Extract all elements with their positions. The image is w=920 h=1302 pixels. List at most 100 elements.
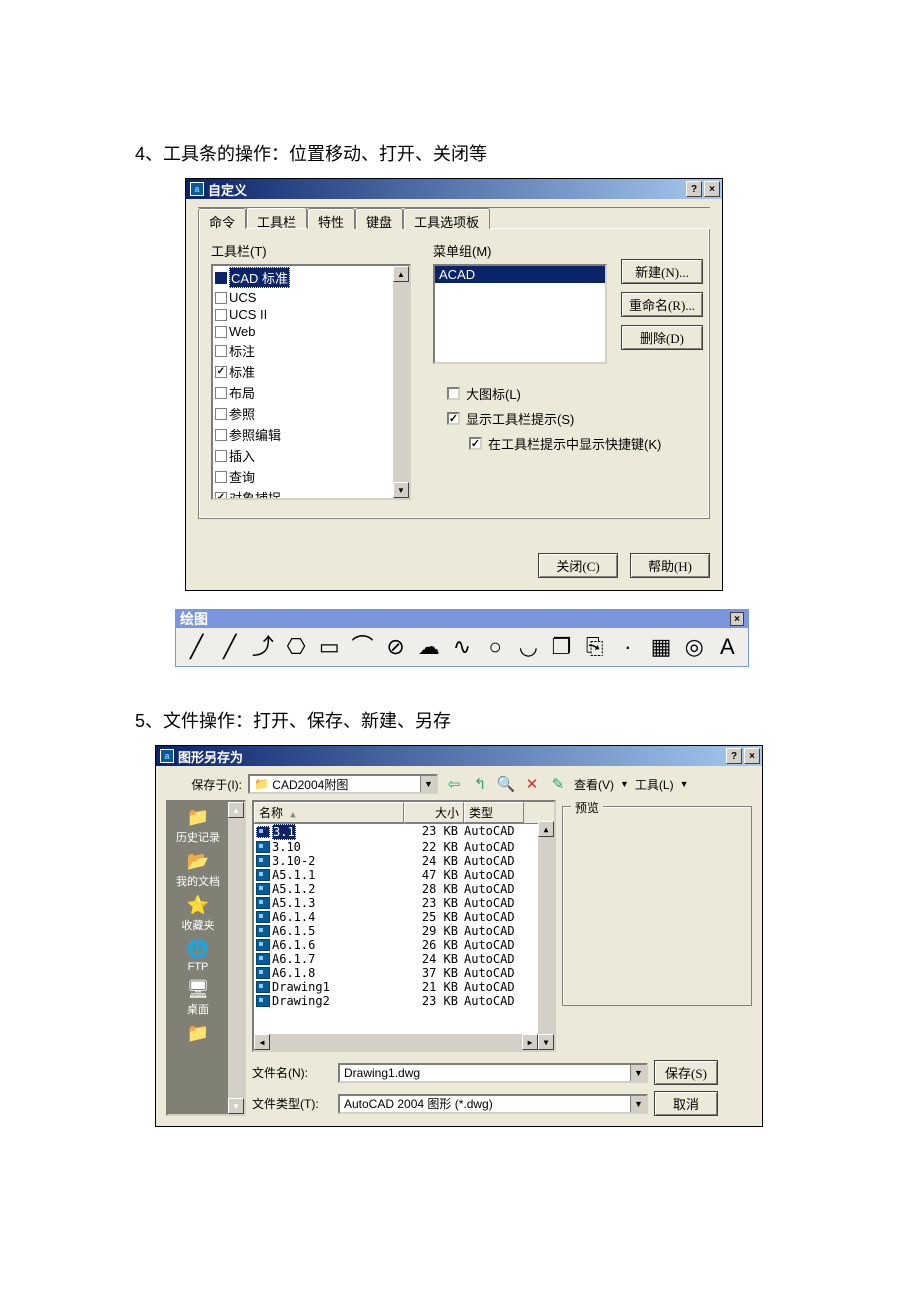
checkbox-icon[interactable]	[215, 471, 227, 483]
sidebar-scrollbar[interactable]: ▲ ▼	[228, 802, 244, 1114]
dropdown-arrow-icon[interactable]: ▼	[680, 779, 689, 789]
tab-toolpalettes[interactable]: 工具选项板	[403, 208, 490, 229]
text-icon[interactable]: A	[715, 634, 740, 660]
dropdown-arrow-icon[interactable]: ▼	[630, 1065, 646, 1081]
checkbox-icon[interactable]	[215, 408, 227, 420]
checkbox-icon[interactable]	[215, 272, 227, 284]
toolbar-list-item[interactable]: 标准	[213, 361, 393, 382]
column-header-size[interactable]: 大小	[404, 802, 464, 823]
toolbar-list-item[interactable]: 插入	[213, 445, 393, 466]
polygon-icon[interactable]: ⎔	[284, 634, 309, 660]
dialog-titlebar[interactable]: a 自定义 ? ×	[186, 179, 722, 199]
sidebar-item-buzzsaw[interactable]: 📁	[183, 1022, 213, 1045]
checkbox-icon[interactable]	[215, 492, 227, 501]
large-icons-checkbox[interactable]: 大图标(L)	[447, 384, 703, 403]
file-row[interactable]: A5.1.147 KBAutoCAD	[254, 868, 554, 882]
toolbar-list-item[interactable]: 查询	[213, 466, 393, 487]
dropdown-arrow-icon[interactable]: ▼	[420, 776, 436, 792]
toolbar-list-item[interactable]: Web	[213, 323, 393, 340]
help-titlebar-button[interactable]: ?	[686, 181, 702, 197]
back-icon[interactable]: ⇦	[444, 774, 464, 794]
checkbox-icon[interactable]	[215, 326, 227, 338]
scroll-up-button[interactable]: ▲	[228, 802, 244, 818]
places-sidebar[interactable]: 📁历史记录📂我的文档⭐收藏夹🌐FTP🖥桌面📁 ▲ ▼	[166, 800, 246, 1116]
filetype-combo[interactable]: AutoCAD 2004 图形 (*.dwg) ▼	[338, 1094, 648, 1114]
checkbox-icon[interactable]	[215, 450, 227, 462]
views-dropdown[interactable]: 查看(V)	[574, 776, 614, 793]
menugroup-item-acad[interactable]: ACAD	[435, 266, 605, 283]
dropdown-arrow-icon[interactable]: ▼	[630, 1096, 646, 1112]
tab-toolbars[interactable]: 工具栏	[246, 207, 307, 228]
scroll-up-button[interactable]: ▲	[393, 266, 409, 282]
toolbar-list-item[interactable]: CAD 标准	[213, 266, 393, 289]
toolbar-list-item[interactable]: 对象捕捉	[213, 487, 393, 500]
column-header-name[interactable]: 名称 ▲	[254, 802, 404, 823]
file-row[interactable]: A5.1.323 KBAutoCAD	[254, 896, 554, 910]
insert-block-icon[interactable]: ❐	[549, 634, 574, 660]
new-button[interactable]: 新建(N)...	[621, 259, 703, 284]
up-level-icon[interactable]: ↰	[470, 774, 490, 794]
file-row[interactable]: A6.1.529 KBAutoCAD	[254, 924, 554, 938]
ellipse-icon[interactable]: ○	[483, 634, 508, 660]
line-icon[interactable]: ╱	[184, 634, 209, 660]
region-icon[interactable]: ◎	[682, 634, 707, 660]
hatch-icon[interactable]: ▦	[648, 634, 673, 660]
file-row[interactable]: A6.1.837 KBAutoCAD	[254, 966, 554, 980]
toolbar-list-item[interactable]: 参照编辑	[213, 424, 393, 445]
tab-commands[interactable]: 命令	[198, 208, 246, 229]
file-row[interactable]: 3.123 KBAutoCAD	[254, 824, 554, 840]
toolbar-list-item[interactable]: UCS	[213, 289, 393, 306]
file-row[interactable]: Drawing223 KBAutoCAD	[254, 994, 554, 1008]
toolbar-close-icon[interactable]: ×	[730, 612, 744, 626]
sidebar-item-desktop[interactable]: 🖥桌面	[183, 978, 213, 1017]
checkbox-icon[interactable]	[215, 345, 227, 357]
help-titlebar-button[interactable]: ?	[726, 748, 742, 764]
scroll-down-button[interactable]: ▼	[228, 1098, 244, 1114]
file-row[interactable]: A6.1.425 KBAutoCAD	[254, 910, 554, 924]
column-header-type[interactable]: 类型	[464, 802, 524, 823]
close-button[interactable]: 关闭(C)	[538, 553, 618, 578]
delete-button[interactable]: 删除(D)	[621, 325, 703, 350]
tab-keyboard[interactable]: 键盘	[355, 208, 403, 229]
filename-input[interactable]: Drawing1.dwg ▼	[338, 1063, 648, 1083]
file-row[interactable]: A6.1.626 KBAutoCAD	[254, 938, 554, 952]
dropdown-arrow-icon[interactable]: ▼	[620, 779, 629, 789]
spline-icon[interactable]: ∿	[449, 634, 474, 660]
search-web-icon[interactable]: 🔍	[496, 774, 516, 794]
checkbox-icon[interactable]	[215, 309, 227, 321]
help-button[interactable]: 帮助(H)	[630, 553, 710, 578]
create-folder-icon[interactable]: ✎	[548, 774, 568, 794]
scroll-left-button[interactable]: ◀	[254, 1034, 270, 1050]
close-titlebar-button[interactable]: ×	[744, 748, 760, 764]
horizontal-scrollbar[interactable]: ◀ ▶	[254, 1034, 538, 1050]
file-row[interactable]: A5.1.228 KBAutoCAD	[254, 882, 554, 896]
tools-dropdown[interactable]: 工具(L)	[635, 776, 674, 793]
rename-button[interactable]: 重命名(R)...	[621, 292, 703, 317]
save-button[interactable]: 保存(S)	[654, 1060, 718, 1085]
close-titlebar-button[interactable]: ×	[704, 181, 720, 197]
menugroup-listbox[interactable]: ACAD	[433, 264, 607, 364]
sidebar-item-documents[interactable]: 📂我的文档	[176, 850, 220, 889]
scroll-up-button[interactable]: ▲	[538, 821, 554, 837]
toolbar-listbox[interactable]: CAD 标准UCSUCS IIWeb标注标准布局参照参照编辑插入查询对象捕捉对象…	[211, 264, 411, 500]
polyline-icon[interactable]: ⤴	[250, 634, 275, 660]
file-row[interactable]: 3.1022 KBAutoCAD	[254, 840, 554, 854]
revision-cloud-icon[interactable]: ☁	[416, 634, 441, 660]
scroll-down-button[interactable]: ▼	[538, 1034, 554, 1050]
draw-toolbar[interactable]: 绘图 × ╱╱⤴⎔▭⌒⊘☁∿○◡❐⎘·▦◎A	[175, 609, 749, 667]
show-shortcuts-checkbox[interactable]: ✓ 在工具栏提示中显示快捷键(K)	[447, 434, 703, 453]
point-icon[interactable]: ·	[615, 634, 640, 660]
make-block-icon[interactable]: ⎘	[582, 634, 607, 660]
file-row[interactable]: 3.10-224 KBAutoCAD	[254, 854, 554, 868]
sidebar-item-favorites[interactable]: ⭐收藏夹	[182, 894, 215, 933]
checkbox-icon[interactable]	[215, 366, 227, 378]
toolbar-list-item[interactable]: 布局	[213, 382, 393, 403]
rectangle-icon[interactable]: ▭	[317, 634, 342, 660]
save-in-combo[interactable]: 📁 CAD2004附图 ▼	[248, 774, 438, 794]
scroll-down-button[interactable]: ▼	[393, 482, 409, 498]
cancel-button[interactable]: 取消	[654, 1091, 718, 1116]
toolbar-list-item[interactable]: 标注	[213, 340, 393, 361]
tab-properties[interactable]: 特性	[307, 208, 355, 229]
toolbar-list-item[interactable]: UCS II	[213, 306, 393, 323]
file-list-header[interactable]: 名称 ▲ 大小 类型	[254, 802, 554, 824]
